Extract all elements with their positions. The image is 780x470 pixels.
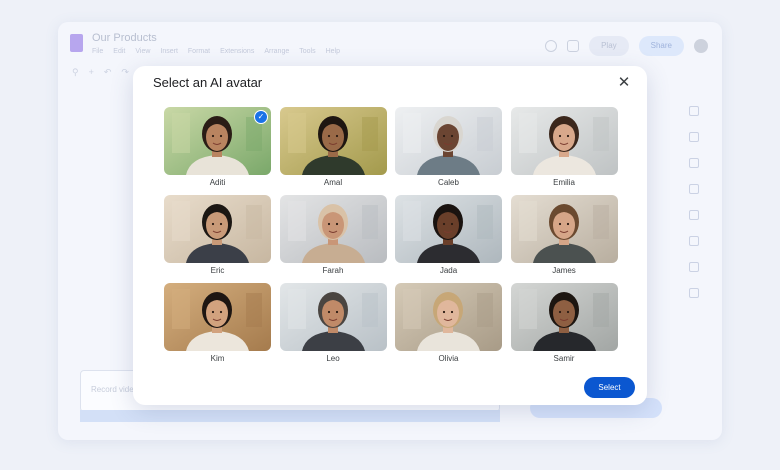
avatar-name: Jada [439,266,458,275]
avatar-photo [279,107,387,175]
menu-item: Edit [113,48,126,55]
avatar-tile-olivia[interactable]: Olivia [395,283,502,363]
redo-icon: ↷ [121,66,129,77]
avatar-name: Caleb [438,178,459,187]
avatar-tile-caleb[interactable]: Caleb [395,107,502,187]
menu-item: Tools [299,48,316,55]
menu-bar: File Edit View Insert Format Extensions Arrang… [92,48,340,55]
avatar-dialog: Select an AI avatar ✕ ✓ Aditi Amal Caleb Emi… [133,66,647,405]
rail-icon [689,262,699,272]
rail-icon [689,106,699,116]
search-icon: ⚲ [72,66,79,77]
avatar-name: Samir [553,354,575,363]
account-avatar [694,39,708,53]
avatar-photo [279,283,387,351]
rail-icon [689,132,699,142]
play-button: Play [589,36,629,56]
avatar-tile-leo[interactable]: Leo [279,283,387,363]
dialog-title: Select an AI avatar [153,75,263,90]
avatar-photo [510,283,618,351]
selected-check-icon: ✓ [254,110,268,124]
prompt-strip [80,410,500,422]
menu-item: File [92,48,104,55]
avatar-name: Aditi [209,178,226,187]
avatar-grid: ✓ Aditi Amal Caleb Emilia Eric Farah Jada James K… [164,107,618,363]
avatar-tile-eric[interactable]: Eric [164,195,271,275]
menu-item: View [135,48,151,55]
rail-icon [689,288,699,298]
avatar-name: Kim [210,354,225,363]
rail-icon [689,158,699,168]
document-title: Our Products [92,32,157,44]
avatar-photo [164,283,271,351]
avatar-tile-aditi[interactable]: ✓ Aditi [164,107,271,187]
avatar-tile-samir[interactable]: Samir [510,283,618,363]
avatar-photo [164,195,271,263]
share-button: Share [638,36,684,56]
rail-icon [689,236,699,246]
avatar-photo [279,195,387,263]
avatar-name: Eric [210,266,225,275]
comments-icon [567,40,580,52]
editor-actions: Play Share [545,36,708,56]
avatar-name: Olivia [438,354,459,363]
close-icon[interactable]: ✕ [615,74,633,92]
menu-item: Format [187,48,211,55]
avatar-tile-kim[interactable]: Kim [164,283,271,363]
avatar-photo: ✓ [164,107,271,175]
avatar-tile-jada[interactable]: Jada [395,195,502,275]
document-icon [70,34,83,52]
rail-icon [689,210,699,220]
avatar-tile-farah[interactable]: Farah [279,195,387,275]
avatar-name: Emilia [553,178,575,187]
avatar-tile-emilia[interactable]: Emilia [510,107,618,187]
avatar-name: Amal [323,178,343,187]
avatar-tile-james[interactable]: James [510,195,618,275]
avatar-photo [395,107,502,175]
add-icon: + [88,67,94,77]
avatar-photo [395,283,502,351]
select-button[interactable]: Select [584,377,635,398]
avatar-photo [510,107,618,175]
menu-item: Extensions [220,48,255,55]
menu-item: Arrange [264,48,290,55]
avatar-name: Farah [322,266,344,275]
undo-icon: ↶ [103,66,112,77]
side-rail [676,106,712,298]
avatar-photo [510,195,618,263]
menu-item: Insert [160,48,178,55]
avatar-photo [395,195,502,263]
rail-icon [689,184,699,194]
avatar-name: Leo [326,354,340,363]
avatar-tile-amal[interactable]: Amal [279,107,387,187]
avatar-name: James [552,266,576,275]
history-icon [545,40,558,52]
menu-item: Help [325,48,340,55]
